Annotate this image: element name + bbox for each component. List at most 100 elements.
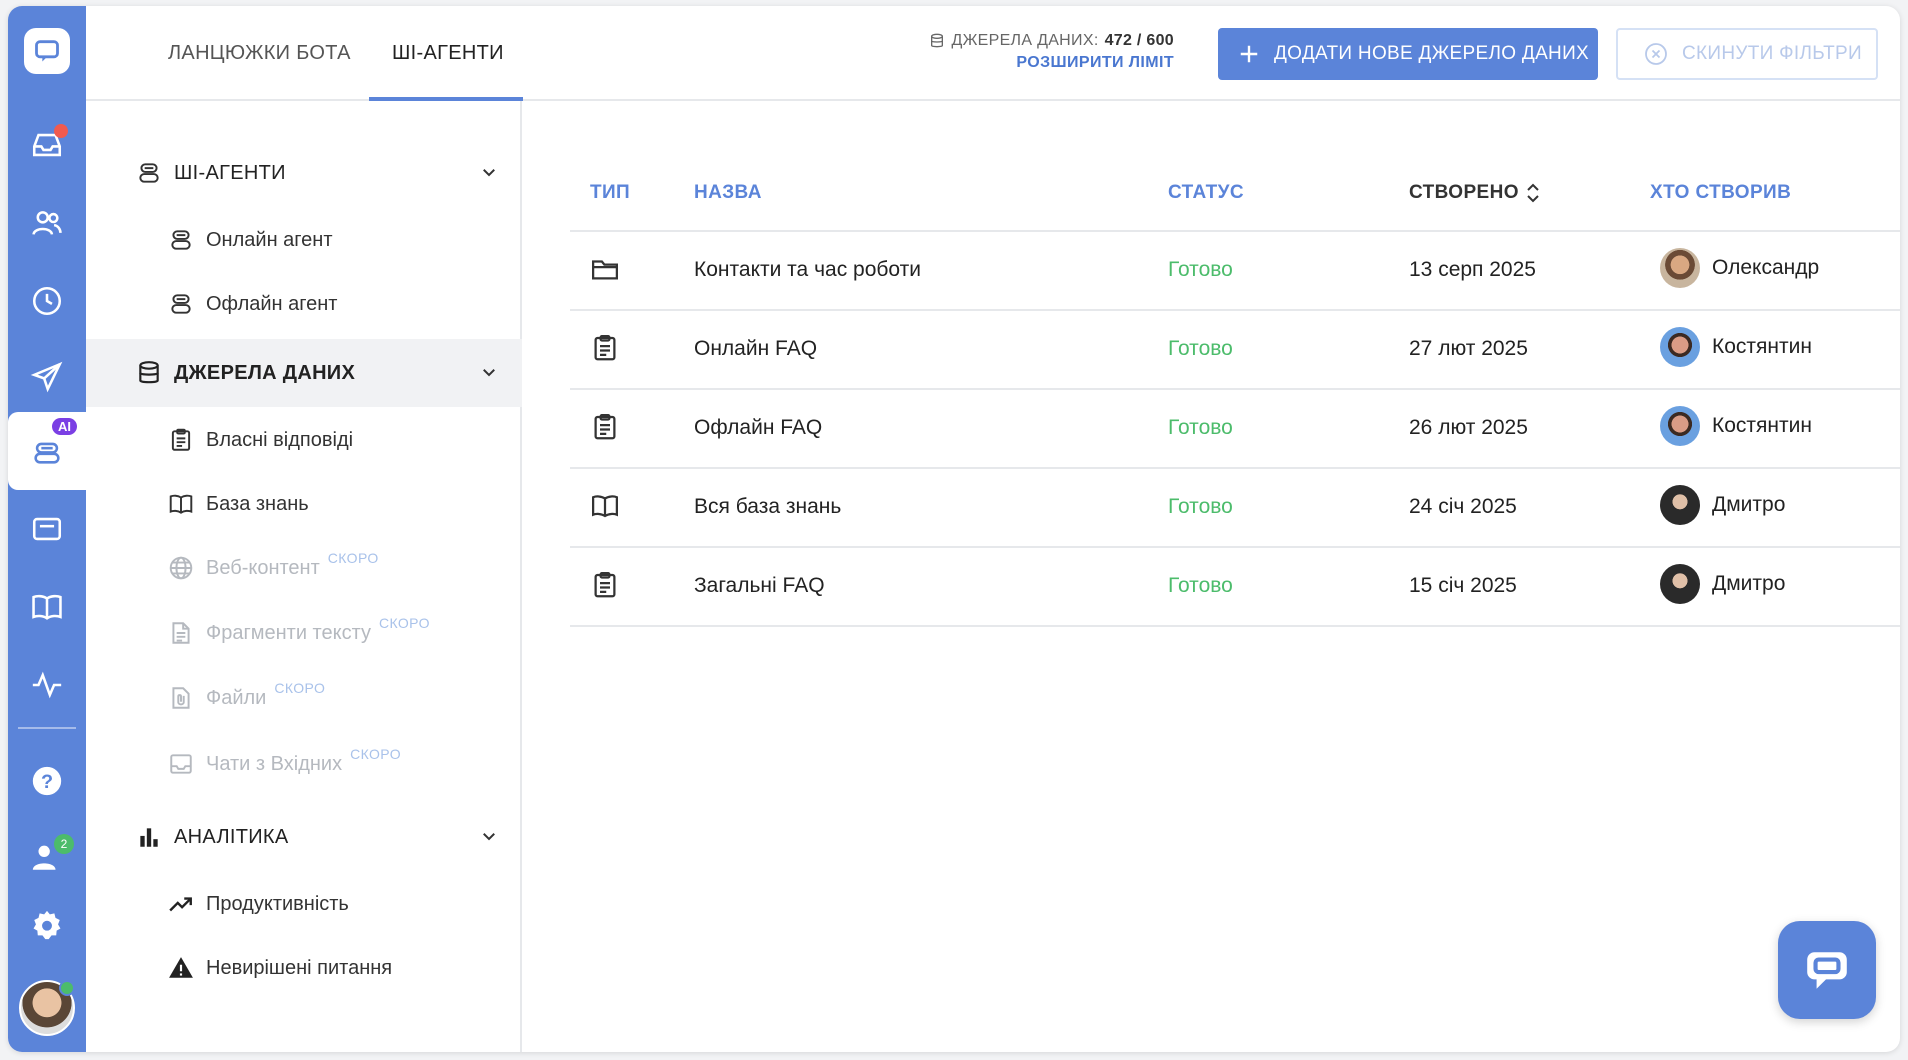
book-icon <box>592 495 618 518</box>
knowledge-book-icon[interactable] <box>8 570 86 644</box>
plus-icon <box>1240 45 1258 63</box>
reset-filters-label: СКИНУТИ ФІЛЬТРИ <box>1682 43 1862 64</box>
help-icon[interactable]: ? <box>8 744 86 818</box>
row-status: Готово <box>1168 337 1233 360</box>
current-user-avatar[interactable] <box>19 980 75 1036</box>
sidebar-item-knowledge-base[interactable]: База знань <box>168 491 309 517</box>
widget-icon[interactable] <box>8 492 86 566</box>
row-created: 27 лют 2025 <box>1409 337 1528 360</box>
row-status: Готово <box>1168 495 1233 518</box>
quota-label: ДЖЕРЕЛА ДАНИХ: <box>951 32 1099 49</box>
table-row[interactable]: Контакти та час роботи Готово 13 серп 20… <box>570 232 1900 311</box>
clear-circle-icon <box>1645 43 1667 65</box>
sidebar-item-label: Власні відповіді <box>206 428 354 451</box>
table-row[interactable]: Загальні FAQ Готово 15 січ 2025 Дмитро <box>570 548 1900 627</box>
add-data-source-button[interactable]: ДОДАТИ НОВЕ ДЖЕРЕЛО ДАНИХ <box>1218 28 1598 80</box>
tab-bot-chains[interactable]: ЛАНЦЮЖКИ БОТА <box>168 6 351 101</box>
document-icon <box>172 622 190 644</box>
section-analytics[interactable]: АНАЛІТИКА <box>86 803 522 871</box>
rail-divider <box>18 727 76 729</box>
robot-icon <box>34 442 60 464</box>
row-status: Готово <box>1168 416 1233 439</box>
clipboard-icon <box>594 572 616 598</box>
sidebar-item-custom-answers[interactable]: Власні відповіді <box>168 427 353 453</box>
row-author-name: Костянтин <box>1712 335 1812 358</box>
chat-widget-button[interactable] <box>1778 921 1876 1019</box>
top-bar: ЛАНЦЮЖКИ БОТА ШІ-АГЕНТИ ДЖЕРЕЛА ДАНИХ: 4… <box>86 6 1900 101</box>
column-created[interactable]: СТВОРЕНО <box>1409 182 1541 204</box>
section-data-sources[interactable]: ДЖЕРЕЛА ДАНИХ <box>86 339 522 407</box>
folder-icon <box>592 260 618 280</box>
chevron-down-icon <box>483 369 495 377</box>
soon-badge: СКОРО <box>378 615 430 631</box>
history-icon[interactable] <box>8 264 86 338</box>
ai-badge: AI <box>52 418 77 435</box>
sidebar-item-productivity[interactable]: Продуктивність <box>168 891 349 917</box>
team-icon[interactable]: 2 <box>8 820 86 894</box>
sidebar-item-label: Онлайн агент <box>206 228 333 251</box>
settings-gear-icon[interactable] <box>8 888 86 962</box>
section-analytics-title: АНАЛІТИКА <box>174 825 289 848</box>
avatar <box>1660 485 1700 525</box>
sidebar-item-text-fragments: Фрагменти тексту СКОРО <box>168 615 430 646</box>
clipboard-icon <box>594 335 616 361</box>
sidebar-item-label: Невирішені питання <box>206 956 393 979</box>
column-status[interactable]: СТАТУС <box>1168 182 1244 204</box>
activity-icon[interactable] <box>8 648 86 722</box>
nav-rail: AI ? 2 <box>8 6 86 1052</box>
row-name: Вся база знань <box>694 495 842 518</box>
sidebar-item-offline-agent[interactable]: Офлайн агент <box>168 291 337 317</box>
column-type[interactable]: ТИП <box>590 182 630 204</box>
table-row[interactable]: Онлайн FAQ Готово 27 лют 2025 Костянтин <box>570 311 1900 390</box>
table-row[interactable]: Офлайн FAQ Готово 26 лют 2025 Костянтин <box>570 390 1900 469</box>
broadcast-icon[interactable] <box>8 340 86 414</box>
column-name[interactable]: НАЗВА <box>694 182 762 204</box>
secondary-sidebar: ШІ-АГЕНТИ Онлайн агент Офлайн агент ДЖЕР… <box>86 101 522 1052</box>
avatar <box>1660 327 1700 367</box>
logo-icon[interactable] <box>24 28 70 74</box>
sidebar-item-web-content: Веб-контент СКОРО <box>168 550 379 581</box>
sidebar-item-label: Офлайн агент <box>206 292 338 315</box>
warning-icon <box>169 957 193 978</box>
chat-bubble-icon <box>1807 952 1847 989</box>
sidebar-item-label: База знань <box>206 492 309 515</box>
inbox-icon[interactable] <box>8 108 86 182</box>
column-author[interactable]: ХТО СТВОРИВ <box>1650 182 1791 204</box>
add-data-source-label: ДОДАТИ НОВЕ ДЖЕРЕЛО ДАНИХ <box>1274 43 1589 64</box>
contacts-icon[interactable] <box>8 186 86 260</box>
robot-icon <box>171 294 191 314</box>
quota-value: 472 / 600 <box>1104 32 1174 49</box>
sidebar-item-online-agent[interactable]: Онлайн агент <box>168 227 332 253</box>
soon-badge: СКОРО <box>274 680 326 696</box>
row-status: Готово <box>1168 258 1233 281</box>
svg-text:?: ? <box>41 771 53 793</box>
database-icon <box>931 33 944 48</box>
row-status: Готово <box>1168 574 1233 597</box>
sort-icon <box>1527 183 1539 203</box>
database-icon <box>139 361 159 384</box>
book-icon <box>169 494 193 514</box>
reset-filters-button[interactable]: СКИНУТИ ФІЛЬТРИ <box>1616 28 1878 80</box>
sidebar-item-unresolved-questions[interactable]: Невирішені питання <box>168 955 392 981</box>
tab-ai-agents[interactable]: ШІ-АГЕНТИ <box>392 6 504 101</box>
row-author: Дмитро <box>1660 485 1785 525</box>
sidebar-item-label: Веб-контент <box>206 556 320 579</box>
robot-icon <box>139 163 159 183</box>
sidebar-item-inbox-chats: Чати з Вхідних СКОРО <box>168 746 401 777</box>
file-attachment-icon <box>172 687 190 709</box>
section-ai-agents[interactable]: ШІ-АГЕНТИ <box>86 139 522 207</box>
chevron-down-icon <box>483 169 495 177</box>
bar-chart-icon <box>140 828 158 847</box>
trending-up-icon <box>169 897 192 912</box>
row-name: Контакти та час роботи <box>694 258 921 281</box>
row-name: Онлайн FAQ <box>694 337 818 360</box>
expand-limit-link[interactable]: РОЗШИРИТИ ЛІМІТ <box>929 54 1174 72</box>
table-row[interactable]: Вся база знань Готово 24 січ 2025 Дмитро <box>570 469 1900 548</box>
ai-agents-nav[interactable]: AI <box>8 412 86 490</box>
sidebar-item-files: Файли СКОРО <box>168 680 325 711</box>
sidebar-item-label: Продуктивність <box>206 892 349 915</box>
row-author-name: Олександр <box>1712 256 1820 279</box>
row-author: Дмитро <box>1660 564 1785 604</box>
online-indicator <box>59 980 75 996</box>
clipboard-icon <box>171 428 191 451</box>
